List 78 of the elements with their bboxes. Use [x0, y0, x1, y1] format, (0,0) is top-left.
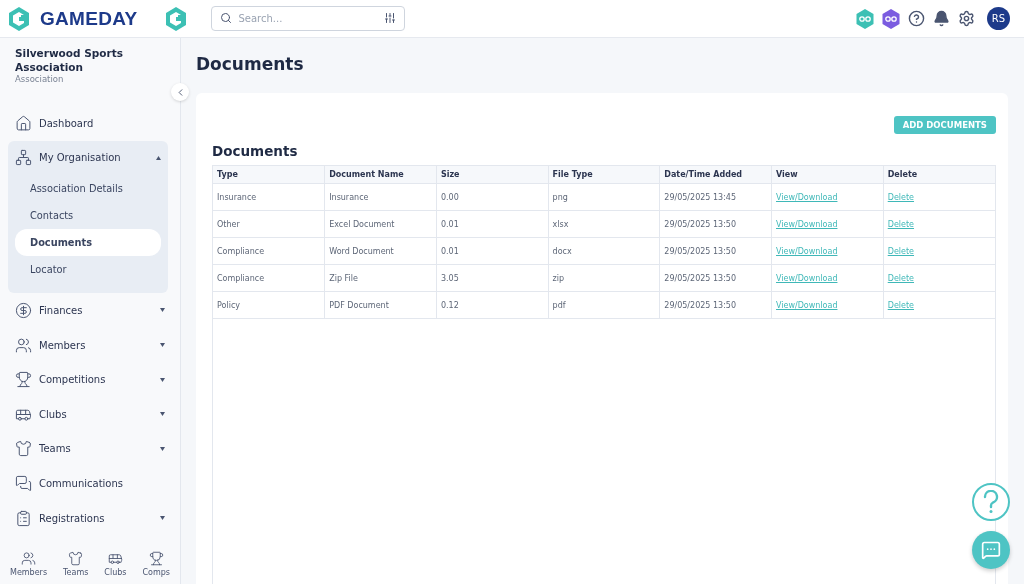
trophy-icon: [148, 551, 164, 566]
logo-icon: [165, 6, 188, 31]
section-title: Documents: [212, 143, 299, 159]
sidebar-item[interactable]: Registrations: [8, 500, 172, 536]
search-icon: [220, 12, 233, 24]
sidebar-item[interactable]: Clubs: [8, 396, 172, 432]
organisation-name: Silverwood Sports Association: [15, 46, 124, 74]
table-cell: Compliance: [213, 264, 325, 292]
table-cell: PDF Document: [324, 291, 437, 319]
column-header: File Type: [548, 166, 660, 184]
chat-icon: [981, 540, 1001, 560]
clipboard-icon: [15, 509, 32, 527]
help-icon[interactable]: [908, 10, 925, 27]
table-cell: 0.01: [436, 237, 549, 265]
sidebar-item[interactable]: Competitions: [8, 362, 172, 397]
table-cell: xlsx: [548, 210, 660, 238]
bottom-nav-label[interactable]: Teams: [63, 568, 89, 577]
column-header: View: [771, 166, 884, 184]
settings-icon[interactable]: [958, 10, 975, 27]
table-cell: Other: [213, 210, 325, 238]
submenu-item[interactable]: Association Details: [15, 175, 161, 203]
column-header: Document Name: [324, 166, 437, 184]
bus-icon: [107, 551, 123, 566]
table-cell: 3.05: [436, 264, 549, 292]
trophy-icon: [15, 371, 32, 389]
dollar-icon: [15, 302, 32, 319]
table-cell: Insurance: [324, 183, 437, 211]
table-cell: Insurance: [213, 183, 325, 211]
table-cell: 0.00: [436, 183, 549, 211]
people-icon: [15, 336, 32, 354]
table-cell: 29/05/2025 13:50: [659, 291, 772, 319]
bottom-nav-label[interactable]: Clubs: [104, 568, 127, 577]
column-header: Size: [436, 166, 549, 184]
table-cell: Excel Document: [324, 210, 437, 238]
sidebar-item[interactable]: Teams: [8, 431, 172, 467]
sidebar-item[interactable]: Dashboard: [8, 106, 172, 141]
table-cell: 0.01: [436, 210, 549, 238]
sidebar-item[interactable]: Communications: [8, 466, 172, 501]
hierarchy-icon: [15, 149, 32, 167]
question-mark-icon: [982, 490, 1000, 514]
shirt-icon: [68, 551, 84, 566]
column-header: Type: [213, 166, 325, 184]
search-field[interactable]: Search...: [211, 6, 406, 31]
logo-icon: [8, 6, 30, 31]
table-cell: 29/05/2025 13:50: [659, 264, 772, 292]
column-header: Date/Time Added: [659, 166, 772, 184]
table-cell: 29/05/2025 13:50: [659, 237, 772, 265]
people-icon: [21, 551, 36, 566]
chat-icon: [15, 474, 32, 492]
home-icon: [15, 114, 32, 132]
shop-icon[interactable]: [882, 8, 900, 29]
table-cell: Word Document: [324, 237, 437, 265]
brand-name: GAMEDAY: [40, 7, 138, 30]
page-title: Documents: [196, 54, 305, 74]
table-cell: 29/05/2025 13:45: [659, 183, 772, 211]
user-avatar[interactable]: RS: [987, 7, 1010, 30]
organisation-type: Association: [15, 74, 65, 84]
submenu-item[interactable]: Contacts: [15, 202, 161, 230]
filter-icon[interactable]: [384, 12, 397, 24]
column-header: Delete: [883, 166, 995, 184]
table-cell: 29/05/2025 13:50: [659, 210, 772, 238]
table-cell: Zip File: [324, 264, 437, 292]
bottom-nav-label[interactable]: Comps: [142, 568, 170, 577]
submenu-item[interactable]: Documents: [15, 229, 161, 257]
table-cell: Compliance: [213, 237, 325, 265]
sidebar-item[interactable]: Members: [8, 327, 172, 363]
sidebar-item[interactable]: My Organisation: [8, 140, 168, 176]
bottom-nav-label[interactable]: Members: [10, 568, 48, 577]
table-cell: png: [548, 183, 660, 211]
notifications-icon[interactable]: [933, 10, 950, 27]
table-cell: zip: [548, 264, 660, 292]
table-cell: pdf: [548, 291, 660, 319]
table-cell: docx: [548, 237, 660, 265]
shirt-icon: [15, 440, 32, 458]
sidebar-item[interactable]: Finances: [8, 293, 172, 328]
table-cell: Policy: [213, 291, 325, 319]
submenu-item[interactable]: Locator: [15, 256, 161, 284]
table-cell: 0.12: [436, 291, 549, 319]
